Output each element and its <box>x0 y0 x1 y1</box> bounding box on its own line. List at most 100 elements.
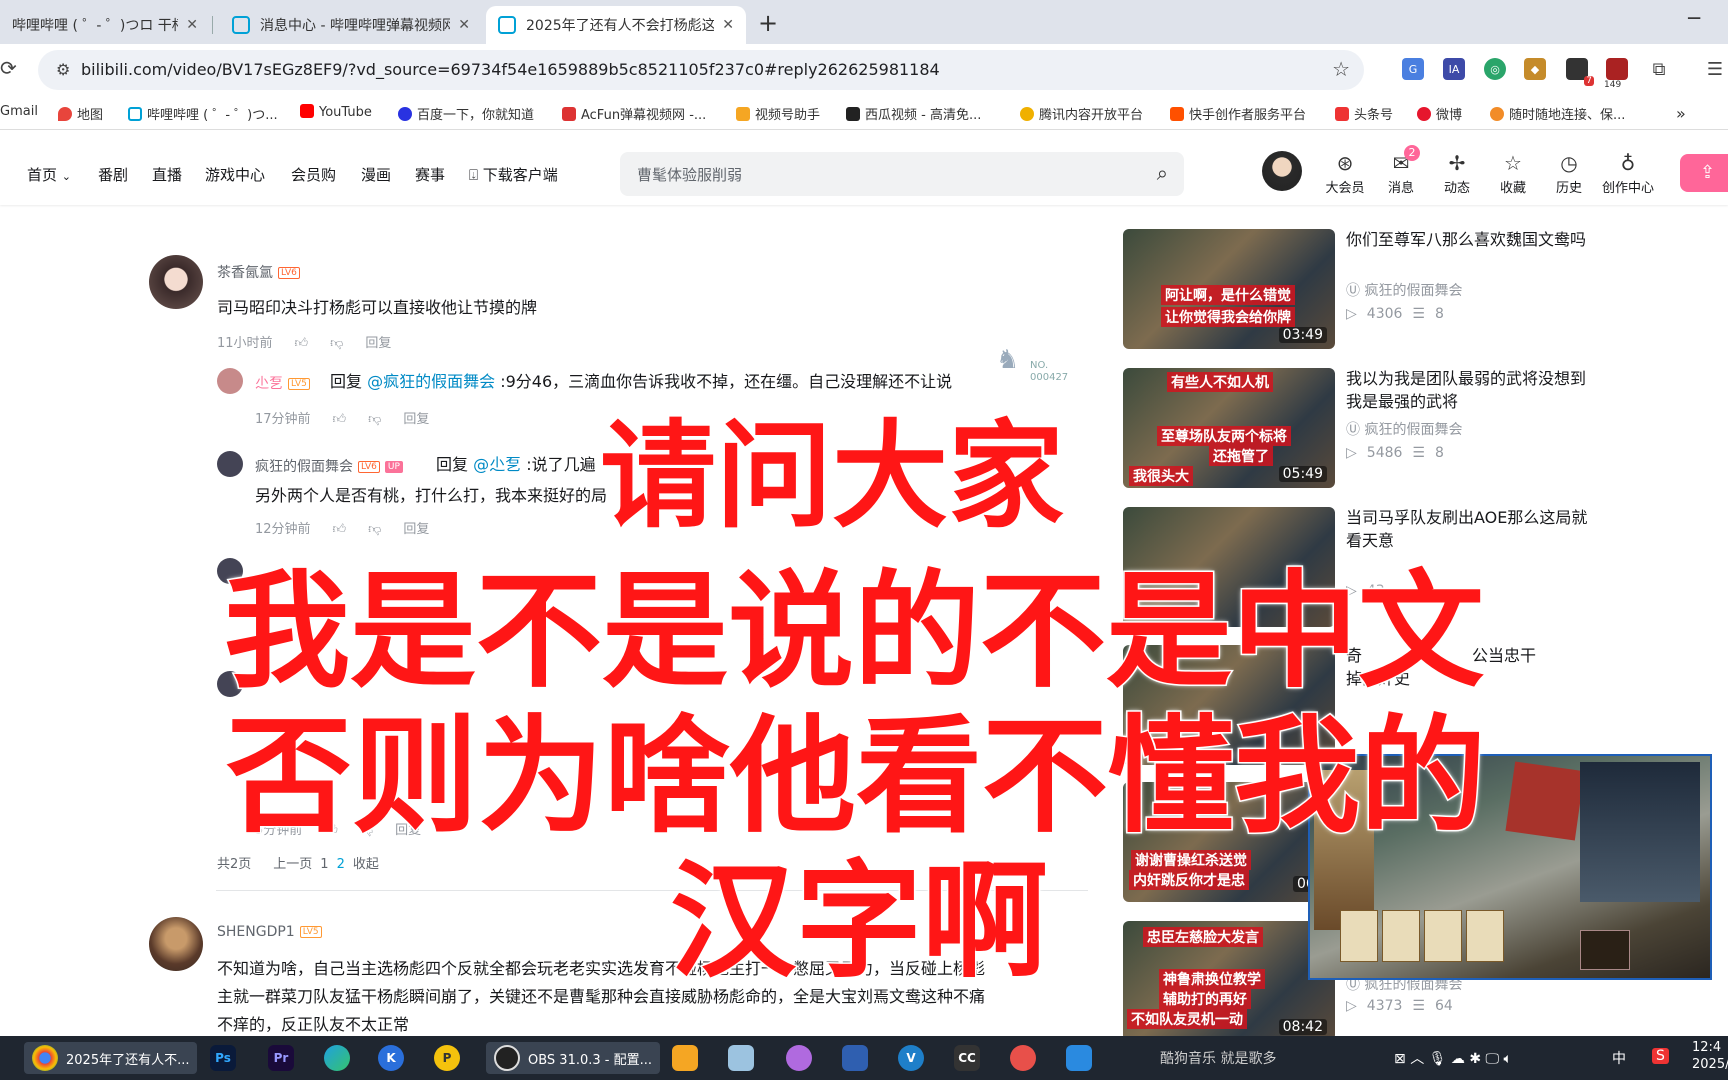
cloud-icon[interactable]: ☁ <box>1451 1051 1469 1067</box>
close-icon[interactable]: ✕ <box>722 17 734 33</box>
taskbar-app-v[interactable]: V <box>898 1042 932 1074</box>
extensions-icon[interactable]: ⧉ <box>1648 58 1670 80</box>
dynamics-button[interactable]: ✢ 动态 <box>1432 151 1482 196</box>
taskbar-k-app[interactable]: K <box>378 1042 412 1074</box>
address-bar[interactable]: ⚙ bilibili.com/video/BV17sEGz8EF9/?vd_so… <box>38 50 1364 90</box>
nav-esports[interactable]: 赛事 <box>415 164 445 185</box>
like-icon[interactable]: 👍︎ <box>333 412 347 427</box>
reply-button[interactable]: 回复 <box>365 336 391 351</box>
vip-button[interactable]: ⊛ 大会员 <box>1320 151 1370 196</box>
reply-button[interactable]: 回复 <box>403 522 429 537</box>
video-thumbnail[interactable] <box>1123 645 1335 765</box>
avatar[interactable] <box>217 368 243 394</box>
taskbar-app-chart[interactable] <box>842 1042 876 1074</box>
avatar[interactable] <box>149 917 203 971</box>
bluetooth-icon[interactable]: ✱ <box>1469 1051 1485 1067</box>
video-title[interactable]: 当司马孚队友刷出AOE那么这局就看天意 <box>1346 506 1592 552</box>
like-icon[interactable]: 👍︎ <box>333 522 347 537</box>
video-title[interactable]: 奇公当忠干 掉内奸史 <box>1346 644 1592 690</box>
nav-live[interactable]: 直播 <box>152 164 182 185</box>
chevron-up-icon[interactable]: ︿ <box>1410 1051 1428 1067</box>
video-thumbnail[interactable]: 有些人不如人机 至尊场队友两个标将 还拖管了 我很头大 05:49 <box>1123 368 1335 488</box>
taskbar-app-bird[interactable] <box>1066 1042 1100 1074</box>
history-button[interactable]: ◷ 历史 <box>1544 151 1594 196</box>
avatar[interactable] <box>1262 151 1302 191</box>
game-video-overlay[interactable] <box>1308 754 1712 980</box>
avatar[interactable] <box>217 451 243 477</box>
taskbar-edge[interactable] <box>324 1042 358 1074</box>
taskbar-photoshop[interactable]: Ps <box>210 1042 244 1074</box>
network-icon[interactable]: 🖵︎ <box>1486 1051 1504 1067</box>
reply-button[interactable]: 回复 <box>395 823 421 838</box>
close-icon[interactable]: ✕ <box>186 17 198 33</box>
calendar-extension-icon[interactable]: 149 <box>1604 58 1628 90</box>
reply-username[interactable]: 尐乭 LV5 <box>255 373 310 393</box>
bookmark-bilibili[interactable]: 哔哩哔哩 ( ゜- ゜)つ... <box>128 104 278 123</box>
avatar[interactable] <box>217 671 243 697</box>
comment-username[interactable]: SHENGDP1 LV5 <box>217 924 322 940</box>
dislike-icon[interactable]: 👎︎ <box>360 823 373 838</box>
bookmark-kuaishou[interactable]: 快手创作者服务平台 <box>1170 104 1306 123</box>
video-thumbnail[interactable]: 忠臣左慈脸大发言 神鲁肃换位教学 辅助打的再好 不如队友灵机一动 08:42 <box>1123 921 1335 1036</box>
taskbar-app-orange[interactable] <box>672 1042 706 1074</box>
close-icon[interactable]: ✕ <box>458 17 470 33</box>
bookmark-tencent[interactable]: 腾讯内容开放平台 <box>1020 104 1143 123</box>
video-title[interactable]: 你们至尊军八那么喜欢魏国文鸯吗 <box>1346 228 1592 251</box>
bookmark-gmail[interactable]: Gmail <box>0 104 38 119</box>
taskbar-app-cc[interactable]: CC <box>954 1042 988 1074</box>
music-ticker[interactable]: 酷狗音乐 就是歌多 <box>1160 1048 1276 1068</box>
bookmark-acfun[interactable]: AcFun弹幕视频网 -... <box>562 104 706 123</box>
reply-username[interactable]: 疯狂的假面舞会 LV6 UP <box>255 456 403 476</box>
reload-icon[interactable]: ⟳ <box>0 56 17 80</box>
ia-extension-icon[interactable]: IA <box>1443 58 1465 80</box>
search-input[interactable]: 曹髦体验服削弱 <box>637 164 742 185</box>
taskbar-app-red[interactable] <box>1010 1042 1044 1074</box>
sogou-icon[interactable]: S <box>1652 1048 1669 1064</box>
bookmarks-overflow[interactable]: » <box>1676 104 1686 123</box>
page-2-link[interactable]: 2 <box>337 857 345 872</box>
minimize-button[interactable]: ─ <box>1688 6 1700 30</box>
tray-app-icon[interactable]: ⊠ <box>1394 1051 1410 1067</box>
like-icon[interactable]: 👍︎ <box>295 336 309 351</box>
video-thumbnail[interactable]: 谢谢曹操红杀送觉 内奸跳反你才是忠 06 <box>1123 782 1335 902</box>
tab-current-video[interactable]: 2025年了还有人不会打杨彪这 ✕ <box>486 6 746 44</box>
bookmark-star-icon[interactable]: ☆ <box>1332 57 1350 81</box>
taskbar-app-paper[interactable] <box>728 1042 762 1074</box>
microphone-icon[interactable]: 🎙︎ <box>1429 1051 1451 1067</box>
creator-center-button[interactable]: ♁ 创作中心 <box>1600 151 1656 196</box>
taskbar-pp-app[interactable]: P <box>434 1042 468 1074</box>
nav-member-shop[interactable]: 会员购 <box>291 164 336 185</box>
search-box[interactable]: 曹髦体验服削弱 ⌕ <box>620 152 1184 196</box>
bookmark-weibo[interactable]: 微博 <box>1417 104 1462 123</box>
reading-list-icon[interactable]: ☰ <box>1704 58 1726 80</box>
nav-download-client[interactable]: ⍗ 下载客户端 <box>469 164 558 185</box>
bookmark-toutiao[interactable]: 头条号 <box>1335 104 1393 123</box>
ime-indicator[interactable]: 中 <box>1612 1048 1626 1068</box>
comment-username[interactable]: 茶香氤氲 LV6 <box>217 262 300 282</box>
video-uploader[interactable]: Ⓤ 疯狂的假面舞会 <box>1346 419 1462 439</box>
bookmark-channels[interactable]: 视频号助手 <box>736 104 820 123</box>
clock[interactable]: 12:4 2025/ <box>1692 1039 1728 1073</box>
translate-extension-icon[interactable]: G <box>1402 58 1424 80</box>
page-1-link[interactable]: 1 <box>320 857 328 872</box>
dislike-icon[interactable]: 👎︎ <box>368 522 381 537</box>
video-title[interactable]: 我以为我是团队最弱的武将没想到我是最强的武将 <box>1346 367 1592 413</box>
taskbar-app-cat[interactable] <box>786 1042 820 1074</box>
taskbar-premiere[interactable]: Pr <box>268 1042 302 1074</box>
nav-manga[interactable]: 漫画 <box>361 164 391 185</box>
avatar[interactable] <box>149 255 203 309</box>
video-uploader[interactable]: Ⓤ 疯狂的假面舞会 <box>1346 280 1462 300</box>
bookmark-youtube[interactable]: YouTube <box>300 104 372 120</box>
messages-button[interactable]: ✉ 2 消息 <box>1376 145 1426 196</box>
prev-page-link[interactable]: 上一页 <box>273 857 312 872</box>
nav-anime[interactable]: 番剧 <box>98 164 128 185</box>
tab-message-center[interactable]: 消息中心 - 哔哩哔哩弹幕视频网 ✕ <box>220 6 482 44</box>
dislike-icon[interactable]: 👎︎ <box>330 336 343 351</box>
nav-home[interactable]: 首页 ⌄ <box>27 164 71 185</box>
nav-game-center[interactable]: 游戏中心 <box>205 164 265 185</box>
mention-link[interactable]: @尐乭 <box>473 455 521 474</box>
bookmark-baidu[interactable]: 百度一下，你就知道 <box>398 104 534 123</box>
video-thumbnail[interactable] <box>1123 507 1335 627</box>
green-extension-icon[interactable]: ◎ <box>1484 58 1506 80</box>
tab-bilibili-home[interactable]: 哔哩哔哩 ( ゜- ゜)つロ 干杯~-bi ✕ <box>0 6 210 44</box>
